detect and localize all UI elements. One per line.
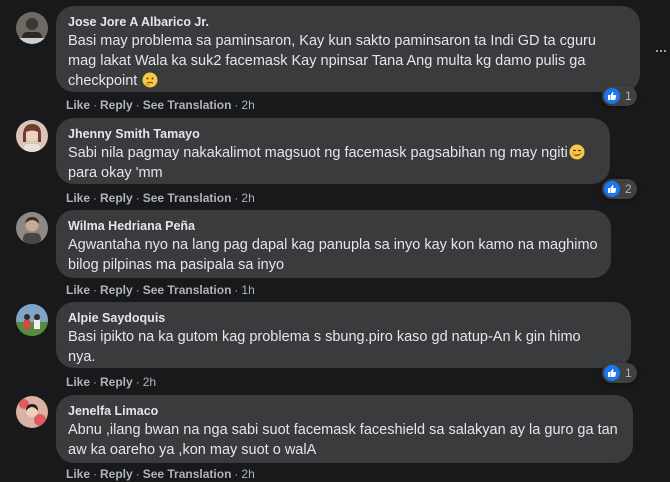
comment-actions: Like · Reply · See Translation · 1h [66, 283, 255, 297]
comment-text: Abnu ,ilang bwan na nga sabi suot facema… [68, 422, 618, 458]
reaction-count[interactable]: 2 [602, 179, 637, 199]
reply-link[interactable]: Reply [100, 467, 133, 481]
like-link[interactable]: Like [66, 191, 90, 205]
avatar-image [16, 304, 48, 336]
comment-timestamp[interactable]: 1h [241, 283, 254, 297]
reply-link[interactable]: Reply [100, 283, 133, 297]
comment-text: Basi may problema sa paminsaron, Kay kun… [68, 33, 596, 89]
comment-timestamp[interactable]: 2h [143, 375, 156, 389]
avatar-image [16, 12, 48, 44]
more-options-icon[interactable]: ··· [650, 38, 670, 62]
comment-author[interactable]: Jenelfa Limaco [68, 403, 621, 419]
avatar[interactable] [16, 120, 48, 152]
comment-text: Agwantaha nyo na lang pag dapal kag panu… [68, 237, 598, 273]
comment-actions: Like · Reply · See Translation · 2h [66, 191, 255, 205]
avatar-image [16, 120, 48, 152]
comment-bubble: Alpie Saydoquis Basi ipikto na ka gutom … [56, 302, 631, 368]
avatar-image [16, 396, 48, 428]
comment-bubble: Jhenny Smith Tamayo Sabi nila pagmay nak… [56, 118, 610, 184]
comment-text: Basi ipikto na ka gutom kag problema s s… [68, 329, 581, 365]
avatar[interactable] [16, 12, 48, 44]
comment-author[interactable]: Wilma Hedriana Peña [68, 218, 599, 234]
see-translation-link[interactable]: See Translation [143, 98, 232, 112]
like-reaction-icon [604, 181, 620, 197]
see-translation-link[interactable]: See Translation [143, 283, 232, 297]
avatar[interactable] [16, 304, 48, 336]
avatar[interactable] [16, 212, 48, 244]
comment-timestamp[interactable]: 2h [241, 98, 254, 112]
see-translation-link[interactable]: See Translation [143, 467, 232, 481]
reaction-count[interactable]: 1 [602, 86, 637, 106]
comment-bubble: Jenelfa Limaco Abnu ,ilang bwan na nga s… [56, 395, 633, 463]
reply-link[interactable]: Reply [100, 375, 133, 389]
avatar[interactable] [16, 396, 48, 428]
comment-actions: Like · Reply · See Translation · 2h [66, 467, 255, 481]
comment-bubble: Jose Jore A Albarico Jr. Basi may proble… [56, 6, 640, 92]
like-link[interactable]: Like [66, 467, 90, 481]
reply-link[interactable]: Reply [100, 98, 133, 112]
like-link[interactable]: Like [66, 375, 90, 389]
reaction-count[interactable]: 1 [602, 363, 637, 383]
comment-timestamp[interactable]: 2h [241, 191, 254, 205]
like-reaction-icon [604, 88, 620, 104]
comment-author[interactable]: Jhenny Smith Tamayo [68, 126, 598, 142]
reply-link[interactable]: Reply [100, 191, 133, 205]
comment-actions: Like · Reply · 2h [66, 375, 157, 389]
comment-timestamp[interactable]: 2h [241, 467, 254, 481]
comment-bubble: Wilma Hedriana Peña Agwantaha nyo na lan… [56, 210, 611, 278]
like-reaction-icon [604, 365, 620, 381]
see-translation-link[interactable]: See Translation [143, 191, 232, 205]
comment-actions: Like · Reply · See Translation · 2h [66, 98, 255, 112]
comment-author[interactable]: Alpie Saydoquis [68, 310, 619, 326]
comment-author[interactable]: Jose Jore A Albarico Jr. [68, 14, 628, 30]
thinking-face-icon [142, 72, 158, 88]
avatar-image [16, 212, 48, 244]
comment-text: Sabi nila pagmay nakakalimot magsuot ng … [68, 143, 598, 183]
smirking-face-icon [569, 144, 585, 160]
like-link[interactable]: Like [66, 283, 90, 297]
like-link[interactable]: Like [66, 98, 90, 112]
